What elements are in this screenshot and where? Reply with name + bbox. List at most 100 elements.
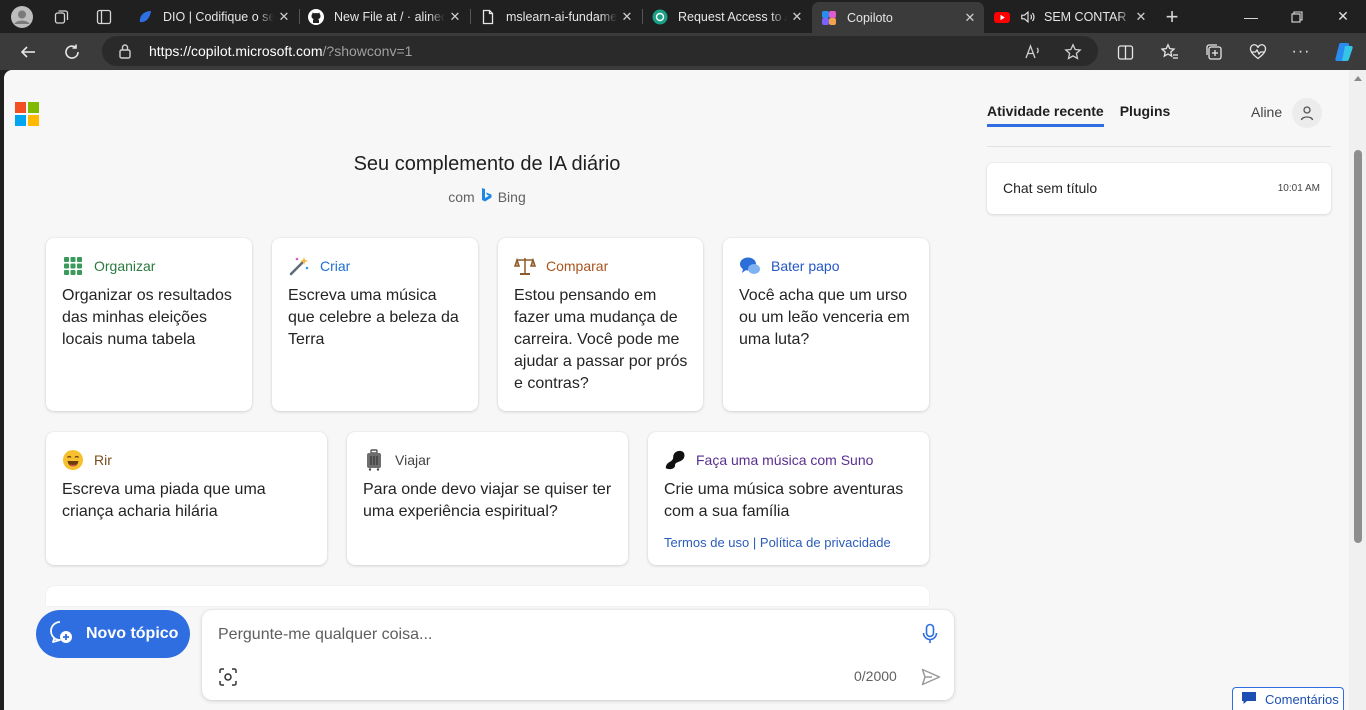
page-title: Seu complemento de IA diário bbox=[353, 153, 621, 175]
tab-title: mslearn-ai-fundamentals bbox=[506, 9, 617, 24]
workspaces-icon[interactable] bbox=[47, 4, 77, 30]
favorite-star-icon[interactable] bbox=[1062, 41, 1084, 63]
tab-github[interactable]: New File at / · alinecastro ✕ bbox=[299, 3, 469, 30]
card-prompt: Estou pensando em fazer uma mudança de c… bbox=[514, 287, 688, 392]
close-tab-icon[interactable]: ✕ bbox=[960, 10, 980, 26]
recent-chat-item[interactable]: Chat sem título 10:01 AM bbox=[987, 163, 1331, 214]
dio-icon bbox=[137, 9, 153, 25]
tab-title: SEM CONTAR HISTÓRIAS bbox=[1044, 9, 1131, 24]
image-search-icon[interactable] bbox=[216, 665, 240, 689]
tab-azure-openai[interactable]: Request Access to Azure OpenAI ✕ bbox=[643, 3, 811, 30]
tab-dio[interactable]: DIO | Codifique o seu futuro ✕ bbox=[128, 3, 298, 30]
more-options-icon[interactable]: ··· bbox=[1286, 37, 1316, 67]
read-aloud-icon[interactable] bbox=[1022, 41, 1044, 63]
subtitle-brand: Bing bbox=[497, 188, 526, 205]
scroll-up-arrow-icon[interactable] bbox=[1354, 76, 1362, 81]
close-window-icon[interactable]: ✕ bbox=[1320, 0, 1366, 33]
tab-actions-icon[interactable] bbox=[89, 4, 119, 30]
card-header: Criar bbox=[288, 255, 350, 277]
card-category: Viajar bbox=[395, 452, 431, 468]
page-scrollbar[interactable] bbox=[1349, 70, 1366, 710]
copilot-sidebar-icon[interactable] bbox=[1329, 37, 1359, 67]
suggestion-card-criar[interactable]: Criar Escreva uma música que celebre a b… bbox=[272, 238, 478, 411]
privacy-link[interactable]: Política de privacidade bbox=[760, 535, 891, 550]
card-header: Organizar bbox=[62, 255, 155, 277]
card-category: Rir bbox=[94, 452, 112, 468]
feedback-icon bbox=[1241, 691, 1257, 708]
url-path: /?showconv=1 bbox=[322, 43, 413, 59]
suggestion-card-suno[interactable]: Faça uma música com Suno Crie uma música… bbox=[648, 432, 929, 565]
card-prompt: Crie uma música sobre aventuras com a su… bbox=[664, 481, 904, 520]
collections-icon[interactable] bbox=[1199, 37, 1229, 67]
chat-timestamp: 10:01 AM bbox=[1277, 183, 1320, 194]
send-icon[interactable] bbox=[920, 666, 942, 688]
chat-input[interactable] bbox=[218, 622, 908, 648]
grid-icon bbox=[62, 255, 84, 277]
url-text[interactable]: https://copilot.microsoft.com/?showconv=… bbox=[149, 43, 412, 59]
balance-scale-icon bbox=[514, 255, 536, 277]
suggestion-card-comparar[interactable]: Comparar Estou pensando em fazer uma mud… bbox=[498, 238, 703, 411]
subtitle-prefix: com bbox=[448, 188, 475, 205]
laughing-face-icon bbox=[62, 449, 84, 471]
card-header: Faça uma música com Suno bbox=[664, 449, 873, 471]
suno-icon bbox=[664, 449, 686, 471]
close-tab-icon[interactable]: ✕ bbox=[445, 9, 465, 25]
user-name[interactable]: Aline bbox=[1251, 104, 1282, 120]
card-header: Bater papo bbox=[739, 255, 840, 277]
terms-link[interactable]: Termos de uso bbox=[664, 535, 749, 550]
next-row-card bbox=[46, 586, 929, 606]
lock-icon[interactable] bbox=[118, 43, 132, 64]
microsoft-logo-icon[interactable] bbox=[15, 102, 39, 126]
card-prompt: Você acha que um urso ou um leão venceri… bbox=[739, 287, 910, 348]
speaker-icon[interactable] bbox=[1020, 9, 1036, 25]
close-tab-icon[interactable]: ✕ bbox=[787, 9, 807, 25]
user-avatar-icon[interactable] bbox=[1292, 98, 1322, 128]
close-tab-icon[interactable]: ✕ bbox=[274, 9, 294, 25]
card-category: Criar bbox=[320, 258, 351, 274]
card-category: Organizar bbox=[94, 258, 156, 274]
minimize-icon[interactable]: — bbox=[1228, 0, 1274, 33]
tab-youtube[interactable]: SEM CONTAR HISTÓRIAS ✕ bbox=[985, 3, 1155, 30]
address-bar[interactable]: https://copilot.microsoft.com/?showconv=… bbox=[102, 36, 1098, 66]
right-panel-tabs: Atividade recente Plugins bbox=[987, 103, 1170, 127]
tab-title: New File at / · alinecastro bbox=[334, 9, 445, 24]
copilot-icon bbox=[821, 10, 837, 26]
refresh-icon[interactable] bbox=[57, 37, 87, 67]
feedback-label: Comentários bbox=[1265, 692, 1339, 707]
tab-plugins[interactable]: Plugins bbox=[1120, 103, 1171, 127]
suggestion-card-viajar[interactable]: Viajar Para onde devo viajar se quiser t… bbox=[347, 432, 628, 565]
link-separator: | bbox=[752, 535, 757, 550]
card-header: Comparar bbox=[514, 255, 608, 277]
url-host: https://copilot.microsoft.com bbox=[149, 43, 323, 59]
profile-avatar-icon[interactable] bbox=[7, 4, 37, 30]
youtube-icon bbox=[994, 9, 1010, 25]
suggestion-card-organizar[interactable]: Organizar Organizar os resultados das mi… bbox=[46, 238, 252, 411]
new-topic-button[interactable]: Novo tópico bbox=[36, 610, 190, 658]
back-icon[interactable] bbox=[13, 37, 43, 67]
feedback-button[interactable]: Comentários bbox=[1232, 687, 1344, 710]
restore-icon[interactable] bbox=[1274, 0, 1320, 33]
tab-title: Copiloto bbox=[847, 10, 893, 25]
suggestion-card-bater-papo[interactable]: Bater papo Você acha que um urso ou um l… bbox=[723, 238, 929, 411]
split-screen-icon[interactable] bbox=[1110, 37, 1140, 67]
card-header: Viajar bbox=[363, 449, 431, 471]
close-tab-icon[interactable]: ✕ bbox=[1131, 9, 1151, 25]
suno-legal-links: Termos de uso | Política de privacidade bbox=[664, 535, 891, 550]
tab-strip: DIO | Codifique o seu futuro ✕ New File … bbox=[0, 0, 1366, 33]
scrollbar-thumb[interactable] bbox=[1354, 150, 1362, 543]
tab-mslearn[interactable]: mslearn-ai-fundamentals ✕ bbox=[471, 3, 641, 30]
suggestion-card-rir[interactable]: Rir Escreva uma piada que uma criança ac… bbox=[46, 432, 327, 565]
tab-copilot[interactable]: Copiloto ✕ bbox=[812, 2, 984, 33]
favorites-icon[interactable] bbox=[1155, 37, 1185, 67]
page-subtitle: com Bing bbox=[4, 188, 970, 205]
close-tab-icon[interactable]: ✕ bbox=[617, 9, 637, 25]
panel-divider bbox=[987, 146, 1331, 147]
microphone-icon[interactable] bbox=[920, 622, 940, 646]
card-prompt: Para onde devo viajar se quiser ter uma … bbox=[363, 481, 612, 520]
card-prompt: Escreva uma música que celebre a beleza … bbox=[288, 287, 459, 348]
performance-heart-icon[interactable] bbox=[1243, 37, 1273, 67]
new-tab-icon[interactable]: + bbox=[1157, 4, 1187, 30]
tab-recent-activity[interactable]: Atividade recente bbox=[987, 103, 1104, 127]
new-chat-icon bbox=[48, 619, 74, 650]
card-category: Faça uma música com Suno bbox=[696, 452, 874, 468]
